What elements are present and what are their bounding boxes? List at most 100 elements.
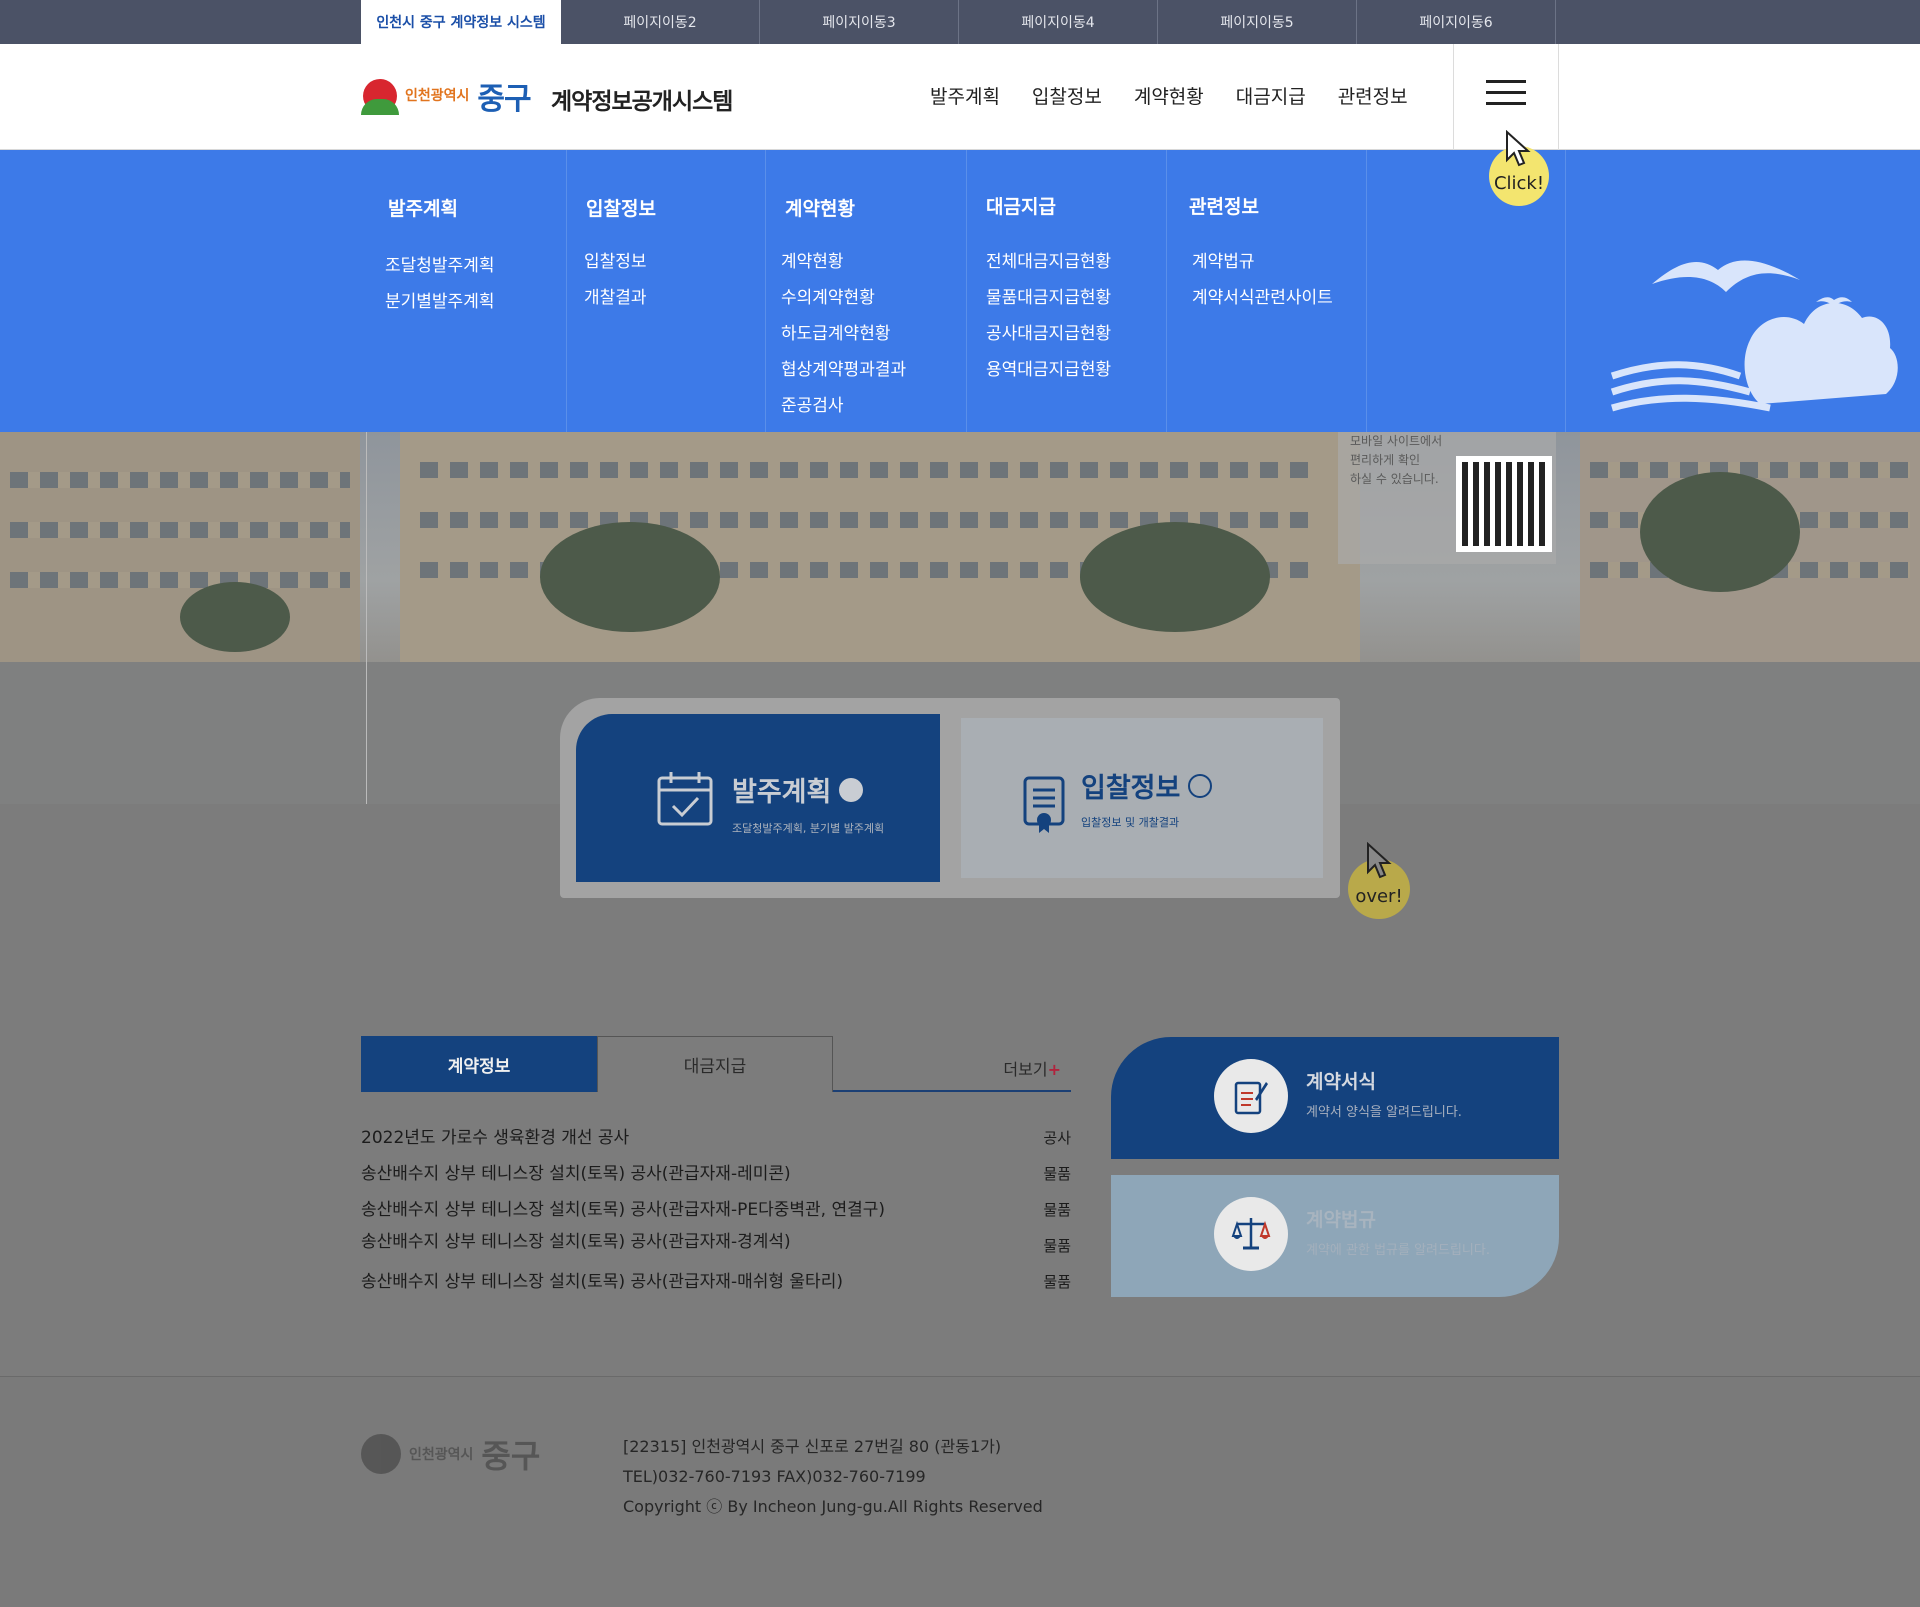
mega-item-private-contract[interactable]: 수의계약현황 <box>781 280 906 316</box>
mega-item-forms-site[interactable]: 계약서식관련사이트 <box>1192 280 1333 316</box>
mega-item-bid-info[interactable]: 입찰정보 <box>584 244 647 280</box>
qr-description: 모바일 사이트에서 편리하게 확인 하실 수 있습니다. <box>1350 434 1443 486</box>
nav-related-info[interactable]: 관련정보 <box>1338 82 1408 109</box>
nav-order-plan[interactable]: 발주계획 <box>930 82 1000 109</box>
mega-item-negotiation-result[interactable]: 협상계약평과결과 <box>781 352 906 388</box>
quick-card-subtitle: 입찰정보 및 개찰결과 <box>1081 816 1180 829</box>
mega-item-construction-payment[interactable]: 공사대금지급현황 <box>986 316 1111 352</box>
list-item[interactable]: 송산배수지 상부 테니스장 설치(토목) 공사(관급자재-레미콘) 물품 <box>361 1156 1071 1192</box>
mega-item-quarterly-plan[interactable]: 분기별발주계획 <box>385 284 494 320</box>
arrow-right-icon <box>1188 773 1213 798</box>
site-title[interactable]: 계약정보공개시스템 <box>551 82 733 116</box>
quick-card-title: 입찰정보 <box>1081 773 1181 804</box>
footer-address: [22315] 인천광역시 중구 신포로 27번길 80 (관동1가) <box>623 1437 1002 1456</box>
list-item[interactable]: 송산배수지 상부 테니스장 설치(토목) 공사(관급자재-PE다중벽관, 연결구… <box>361 1192 1071 1228</box>
quick-card-bid-info[interactable]: 입찰정보 입찰정보 및 개찰결과 <box>961 718 1323 878</box>
logo-city-name: 인천광역시 <box>405 88 470 104</box>
mouse-pointer-icon <box>1367 842 1392 879</box>
hero-divider <box>366 432 367 812</box>
site-footer: 인천광역시 중구 [22315] 인천광역시 중구 신포로 27번길 80 (관… <box>0 1376 1920 1607</box>
tab-page-move-5[interactable]: 페이지이동5 <box>1158 0 1357 44</box>
footer-info: [22315] 인천광역시 중구 신포로 27번길 80 (관동1가) TEL)… <box>623 1432 1043 1522</box>
list-item[interactable]: 송산배수지 상부 테니스장 설치(토목) 공사(관급자재-매쉬형 울타리) 물품 <box>361 1260 1071 1300</box>
nav-bid-info[interactable]: 입찰정보 <box>1032 82 1102 109</box>
tab-contract-system[interactable]: 인천시 중구 계약정보 시스템 <box>361 0 561 44</box>
mega-item-bid-opening[interactable]: 개찰결과 <box>584 280 647 316</box>
hamburger-menu-icon[interactable] <box>1486 80 1526 106</box>
side-card-contract-law[interactable]: 계약법규 계약에 관한 법규를 알려드립니다. <box>1111 1175 1559 1297</box>
list-item-category: 공사 <box>1043 1129 1071 1147</box>
mega-menu-panel: 발주계획 조달청발주계획 분기별발주계획 입찰정보 입찰정보 개찰결과 계약현황… <box>0 150 1920 432</box>
mega-title-related-info[interactable]: 관련정보 <box>1189 192 1259 219</box>
footer-logo-city: 인천광역시 <box>409 1447 474 1463</box>
nav-contract-status[interactable]: 계약현황 <box>1134 82 1204 109</box>
document-pen-icon <box>1214 1059 1288 1133</box>
list-item-category: 물품 <box>1043 1165 1071 1183</box>
page-move-tabs: 인천시 중구 계약정보 시스템 페이지이동2 페이지이동3 페이지이동4 페이지… <box>361 0 1556 44</box>
mega-item-subcontract[interactable]: 하도급계약현황 <box>781 316 906 352</box>
tab-page-move-2[interactable]: 페이지이동2 <box>561 0 760 44</box>
quick-card-subtitle: 조달청발주계획, 분기별 발주계획 <box>732 822 885 835</box>
mega-title-bid-info[interactable]: 입찰정보 <box>586 194 656 221</box>
site-header: 인천광역시 중구 계약정보공개시스템 발주계획 입찰정보 계약현황 대금지급 관… <box>0 44 1920 150</box>
list-item-category: 물품 <box>1043 1273 1071 1291</box>
quick-card-title: 발주계획 <box>732 777 832 808</box>
footer-logo-gu: 중구 <box>481 1437 541 1475</box>
calendar-check-icon <box>657 772 713 826</box>
scale-balance-icon <box>1214 1197 1288 1271</box>
seagull-waves-illustration <box>1610 260 1898 412</box>
site-logo[interactable]: 인천광역시 중구 <box>361 74 532 118</box>
mouse-pointer-icon <box>1506 130 1531 167</box>
tab-page-move-4[interactable]: 페이지이동4 <box>959 0 1158 44</box>
tab-page-move-6[interactable]: 페이지이동6 <box>1357 0 1556 44</box>
contract-list: 2022년도 가로수 생육환경 개선 공사 공사 송산배수지 상부 테니스장 설치… <box>361 1120 1071 1300</box>
list-item-title: 2022년도 가로수 생육환경 개선 공사 <box>361 1128 630 1148</box>
mega-col-order-plan: 발주계획 조달청발주계획 분기별발주계획 <box>361 150 567 432</box>
list-item-category: 물품 <box>1043 1201 1071 1219</box>
side-card-subtitle: 계약서 양식을 알려드립니다. <box>1306 1105 1462 1120</box>
more-label: 더보기 <box>1003 1060 1048 1079</box>
side-card-subtitle: 계약에 관한 법규를 알려드립니다. <box>1306 1243 1490 1258</box>
mega-col-related-info: 관련정보 계약법규 계약서식관련사이트 <box>1167 150 1367 432</box>
mega-title-order-plan[interactable]: 발주계획 <box>388 194 458 221</box>
mega-col-payment: 대금지급 전체대금지급현황 물품대금지급현황 공사대금지급현황 용역대금지급현황 <box>967 150 1167 432</box>
mega-item-all-payment[interactable]: 전체대금지급현황 <box>986 244 1111 280</box>
qr-code-image[interactable] <box>1456 456 1552 552</box>
quick-card-order-plan[interactable]: 발주계획 조달청발주계획, 분기별 발주계획 <box>576 714 940 882</box>
mega-item-completion-inspection[interactable]: 준공검사 <box>781 388 906 424</box>
mega-item-procurement-plan[interactable]: 조달청발주계획 <box>385 248 494 284</box>
tab-payment[interactable]: 대금지급 <box>597 1036 833 1092</box>
tab-page-move-3[interactable]: 페이지이동3 <box>760 0 959 44</box>
footer-contact: TEL)032-760-7193 FAX)032-760-7199 <box>623 1467 926 1486</box>
logo-gu-name: 중구 <box>477 82 531 117</box>
side-card-title: 계약법규 <box>1306 1209 1376 1231</box>
list-item-title: 송산배수지 상부 테니스장 설치(토목) 공사(관급자재-PE다중벽관, 연결구… <box>361 1200 885 1220</box>
main-navigation: 발주계획 입찰정보 계약현황 대금지급 관련정보 <box>930 82 1408 109</box>
top-utility-bar: 인천시 중구 계약정보 시스템 페이지이동2 페이지이동3 페이지이동4 페이지… <box>0 0 1920 44</box>
mega-item-goods-payment[interactable]: 물품대금지급현황 <box>986 280 1111 316</box>
quick-links-panel: 발주계획 조달청발주계획, 분기별 발주계획 입찰정보 입찰정보 및 개찰결과 <box>560 698 1340 898</box>
city-emblem-icon <box>361 77 399 115</box>
board-tabs: 계약정보 대금지급 더보기+ <box>361 1036 1071 1092</box>
mega-title-payment[interactable]: 대금지급 <box>986 192 1056 219</box>
mega-title-contract-status[interactable]: 계약현황 <box>785 194 855 221</box>
mega-col-bid-info: 입찰정보 입찰정보 개찰결과 <box>567 150 766 432</box>
footer-copyright: Copyright ⓒ By Incheon Jung-gu.All Right… <box>623 1497 1043 1516</box>
more-link[interactable]: 더보기+ <box>1003 1056 1061 1080</box>
list-item[interactable]: 송산배수지 상부 테니스장 설치(토목) 공사(관급자재-경계석) 물품 <box>361 1228 1071 1260</box>
plus-icon: + <box>1047 1060 1061 1079</box>
list-item-title: 송산배수지 상부 테니스장 설치(토목) 공사(관급자재-매쉬형 울타리) <box>361 1272 843 1292</box>
side-card-contract-forms[interactable]: 계약서식 계약서 양식을 알려드립니다. <box>1111 1037 1559 1159</box>
mega-item-service-payment[interactable]: 용역대금지급현황 <box>986 352 1111 388</box>
tab-contract-info[interactable]: 계약정보 <box>361 1036 597 1092</box>
list-item-title: 송산배수지 상부 테니스장 설치(토목) 공사(관급자재-경계석) <box>361 1232 791 1252</box>
certificate-document-icon <box>1023 776 1065 833</box>
list-item-category: 물품 <box>1043 1237 1071 1255</box>
footer-logo: 인천광역시 중구 <box>361 1431 540 1477</box>
nav-payment[interactable]: 대금지급 <box>1236 82 1306 109</box>
side-card-title: 계약서식 <box>1306 1071 1376 1093</box>
mega-item-contract-status[interactable]: 계약현황 <box>781 244 906 280</box>
mega-item-contract-law[interactable]: 계약법규 <box>1192 244 1333 280</box>
list-item[interactable]: 2022년도 가로수 생육환경 개선 공사 공사 <box>361 1120 1071 1156</box>
mobile-qr-panel: 모바일 사이트에서 편리하게 확인 하실 수 있습니다. <box>1338 432 1556 564</box>
